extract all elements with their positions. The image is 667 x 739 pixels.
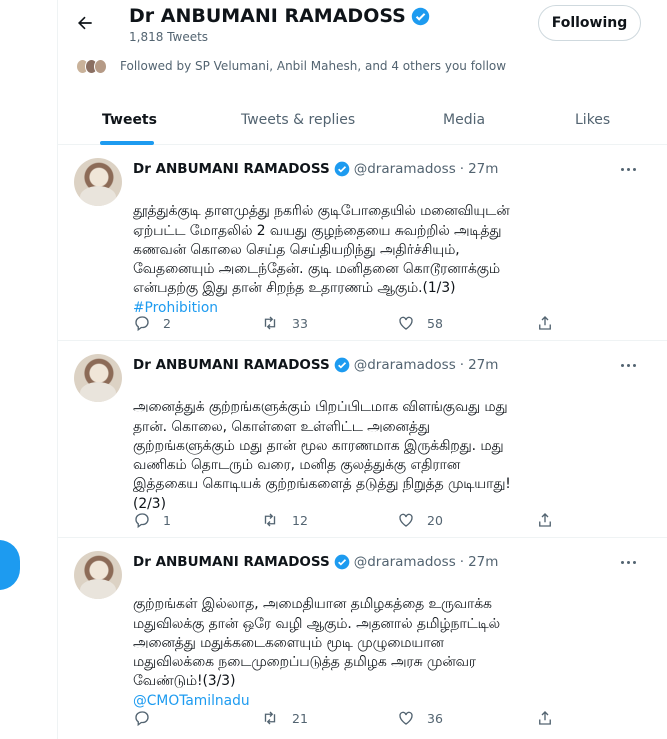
retweet-count: 33 [292,315,308,331]
like-icon [399,711,413,725]
retweet-icon [264,316,276,330]
reply-icon [135,316,149,332]
reply-button[interactable] [133,708,163,728]
tweet-handle[interactable]: @draramadoss [354,554,456,570]
more-icon[interactable] [621,561,636,564]
retweet-count: 21 [292,710,308,726]
share-icon [539,513,551,527]
verified-badge-icon [334,357,350,373]
tweet[interactable]: Dr ANBUMANI RAMADOSS @draramadoss · 27m … [58,539,667,739]
like-button[interactable]: 58 [397,313,443,333]
back-arrow-icon[interactable] [72,10,98,36]
tab-media[interactable]: Media [443,95,485,145]
profile-name: Dr ANBUMANI RAMADOSS [129,5,406,27]
reply-button[interactable]: 2 [133,313,171,333]
tweet-actions: 21 36 [133,708,563,728]
reply-count: 2 [163,315,171,331]
avatar[interactable] [74,354,122,402]
retweet-count: 12 [292,512,308,528]
tweet-timestamp[interactable]: 27m [468,357,498,373]
avatar[interactable] [74,551,122,599]
following-button[interactable]: Following [538,5,641,41]
tweet-header: Dr ANBUMANI RAMADOSS @draramadoss · 27m [133,554,498,570]
reply-count: 1 [163,512,171,528]
tweet-text-content: குற்றங்கள் இல்லாத, அமைதியான தமிழகத்தை உர… [133,596,500,690]
separator-dot: · [459,554,465,570]
reply-icon [135,711,149,727]
avatar[interactable] [74,158,122,206]
tab-likes[interactable]: Likes [575,95,610,145]
tweet[interactable]: Dr ANBUMANI RAMADOSS @draramadoss · 27m … [58,146,667,341]
reply-button[interactable]: 1 [133,510,171,530]
compose-tweet-button[interactable] [0,540,20,590]
profile-column: Dr ANBUMANI RAMADOSS 1,818 Tweets Follow… [57,0,667,739]
tweet-text: அனைத்துக் குற்றங்களுக்கும் பிறப்பிடமாக வ… [133,379,653,514]
tweet-timestamp[interactable]: 27m [468,554,498,570]
reply-icon [135,513,149,529]
like-icon [399,513,413,527]
active-tab-indicator [100,141,154,145]
retweet-icon [264,711,276,725]
profile-tabs: Tweets Tweets & replies Media Likes [58,95,667,145]
followed-by-text: Followed by SP Velumani, Anbil Mahesh, a… [120,59,507,73]
tweet-author-name[interactable]: Dr ANBUMANI RAMADOSS [133,161,330,177]
like-button[interactable]: 36 [397,708,443,728]
separator-dot: · [459,357,465,373]
avatar [94,58,107,74]
share-button[interactable] [536,313,554,333]
followed-by-row[interactable]: Followed by SP Velumani, Anbil Mahesh, a… [76,57,506,75]
tweet-handle[interactable]: @draramadoss [354,357,456,373]
verified-badge-icon [334,554,350,570]
retweet-icon [264,513,276,527]
tweet-text-content: தூத்துக்குடி தாளமுத்து நகரில் குடிபோதையி… [133,203,510,297]
more-icon[interactable] [621,364,636,367]
retweet-button[interactable]: 33 [260,313,308,333]
tweet-handle[interactable]: @draramadoss [354,161,456,177]
like-count: 58 [427,315,443,331]
tweet-actions: 2 33 58 [133,313,563,333]
tweet-header: Dr ANBUMANI RAMADOSS @draramadoss · 27m [133,161,498,177]
more-icon[interactable] [621,168,636,171]
share-icon [539,316,551,330]
follower-avatars [76,58,107,74]
tweet-actions: 1 12 20 [133,510,563,530]
tab-tweets[interactable]: Tweets [102,95,157,145]
tweet[interactable]: Dr ANBUMANI RAMADOSS @draramadoss · 27m … [58,342,667,538]
tweet-header: Dr ANBUMANI RAMADOSS @draramadoss · 27m [133,357,498,373]
tweet-author-name[interactable]: Dr ANBUMANI RAMADOSS [133,357,330,373]
profile-name-row: Dr ANBUMANI RAMADOSS [129,5,430,27]
retweet-button[interactable]: 21 [260,708,308,728]
tab-tweets-replies[interactable]: Tweets & replies [241,95,355,145]
verified-badge-icon [334,161,350,177]
separator-dot: · [459,161,465,177]
share-button[interactable] [536,708,554,728]
profile-header: Dr ANBUMANI RAMADOSS 1,818 Tweets Follow… [58,0,667,56]
tweet-text-content: அனைத்துக் குற்றங்களுக்கும் பிறப்பிடமாக வ… [133,399,511,512]
tweet-count: 1,818 Tweets [129,30,209,44]
like-count: 36 [427,710,443,726]
share-icon [539,711,551,725]
verified-badge-icon [411,7,430,25]
like-count: 20 [427,512,443,528]
share-button[interactable] [536,510,554,530]
like-button[interactable]: 20 [397,510,443,530]
like-icon [399,316,413,330]
tweet-author-name[interactable]: Dr ANBUMANI RAMADOSS [133,554,330,570]
tweet-timestamp[interactable]: 27m [468,161,498,177]
retweet-button[interactable]: 12 [260,510,308,530]
